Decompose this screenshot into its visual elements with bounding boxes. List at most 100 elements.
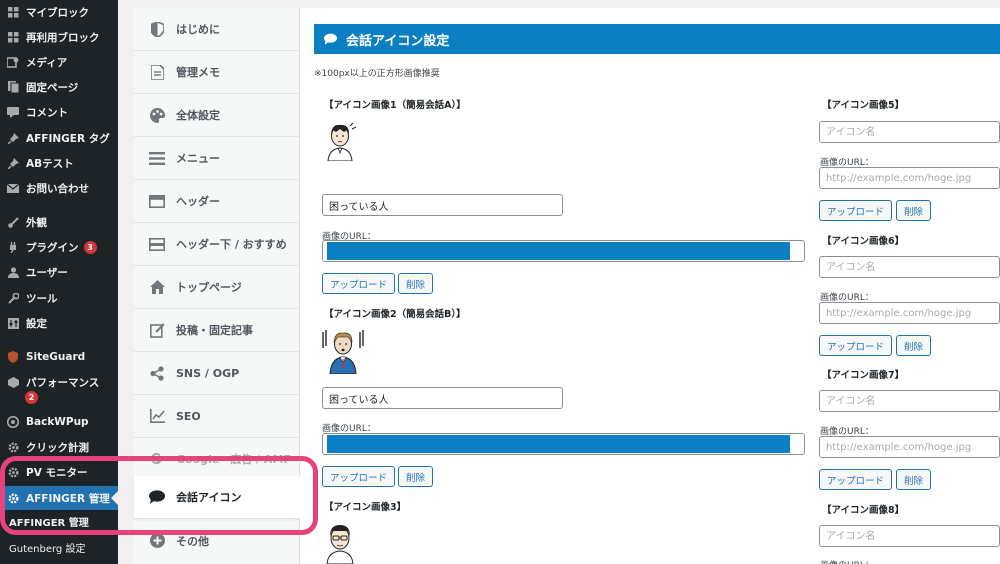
settings-tab-menu[interactable]: メニュー bbox=[134, 137, 300, 180]
settings-tab-posts[interactable]: 投稿・固定記事 bbox=[134, 309, 300, 352]
icon7-url-input[interactable] bbox=[819, 436, 1000, 458]
wp-menu-media[interactable]: メディア bbox=[0, 50, 118, 74]
settings-tab-label: メニュー bbox=[176, 152, 220, 165]
wp-submenu-gutenberg[interactable]: Gutenberg 設定 bbox=[0, 540, 118, 555]
settings-tab-other[interactable]: その他 bbox=[134, 519, 300, 562]
icon3-label: 【アイコン画像3】 bbox=[324, 502, 407, 513]
gear-icon bbox=[7, 441, 19, 453]
gear-icon bbox=[7, 466, 19, 478]
media-icon bbox=[7, 56, 19, 68]
wp-menu-click-tracking[interactable]: クリック計測 bbox=[0, 435, 118, 459]
wp-menu-label: 設定 bbox=[26, 317, 47, 330]
icon1-upload-button[interactable]: アップロード bbox=[322, 273, 396, 294]
icon5-name-input[interactable] bbox=[819, 121, 1000, 143]
wp-menu-reusable[interactable]: 再利用ブロック bbox=[0, 25, 118, 49]
wp-menu-label: AFFINGER 管理 bbox=[26, 492, 110, 505]
icon7-label: 【アイコン画像7】 bbox=[822, 370, 905, 381]
update-count-badge: 2 bbox=[25, 391, 38, 404]
icon2-url-input[interactable] bbox=[322, 433, 805, 455]
brush-icon bbox=[7, 216, 19, 228]
settings-tab-global[interactable]: 全体設定 bbox=[134, 94, 300, 137]
section-header: 会話アイコン設定 bbox=[314, 24, 1000, 54]
memo-icon bbox=[148, 63, 166, 81]
icon1-delete-button[interactable]: 削除 bbox=[398, 273, 434, 294]
wrench-icon bbox=[7, 292, 19, 304]
wp-menu-abtest[interactable]: ABテスト bbox=[0, 151, 118, 175]
wp-menu-label: AFFINGER タグ bbox=[26, 132, 110, 145]
wp-menu-siteguard[interactable]: SiteGuard bbox=[0, 345, 118, 369]
wp-menu-appearance[interactable]: 外観 bbox=[0, 210, 118, 234]
icon1-url-input[interactable] bbox=[322, 240, 805, 262]
settings-tab-speech-icons[interactable]: 会話アイコン bbox=[134, 476, 300, 519]
icon6-delete-button[interactable]: 削除 bbox=[896, 335, 932, 356]
avatar-worried-man-icon bbox=[320, 121, 360, 161]
wp-menu-pv-monitor[interactable]: PV モニター bbox=[0, 460, 118, 484]
wp-menu-comments[interactable]: コメント bbox=[0, 100, 118, 124]
wp-menu-contact[interactable]: お問い合わせ bbox=[0, 176, 118, 200]
wp-menu-tools[interactable]: ツール bbox=[0, 286, 118, 310]
settings-tab-label: 管理メモ bbox=[176, 66, 220, 79]
wp-menu-label: ABテスト bbox=[26, 157, 74, 170]
wp-menu-myblock[interactable]: マイブロック bbox=[0, 0, 118, 24]
icon7-name-input[interactable] bbox=[819, 390, 1000, 412]
home-icon bbox=[148, 278, 166, 296]
wp-menu-label: PV モニター bbox=[26, 466, 88, 479]
url-filled-bar bbox=[327, 435, 790, 453]
icon1-name-input[interactable] bbox=[322, 194, 563, 216]
comment-icon bbox=[7, 106, 19, 118]
settings-tab-header-below[interactable]: ヘッダー下 / おすすめ bbox=[134, 223, 300, 266]
wp-menu-label: BackWPup bbox=[26, 416, 89, 428]
wp-menu-plugins[interactable]: プラグイン 3 bbox=[0, 235, 118, 259]
wp-menu-pages[interactable]: 固定ページ bbox=[0, 75, 118, 99]
settings-tab-header[interactable]: ヘッダー bbox=[134, 180, 300, 223]
icon2-delete-button[interactable]: 削除 bbox=[398, 466, 434, 487]
gear-icon bbox=[7, 492, 19, 504]
settings-tab-top-page[interactable]: トップページ bbox=[134, 266, 300, 309]
wp-menu-affinger-admin[interactable]: AFFINGER 管理 bbox=[0, 486, 118, 510]
settings-tab-seo[interactable]: SEO bbox=[134, 395, 300, 438]
wp-menu-label: 再利用ブロック bbox=[26, 31, 100, 44]
grid-icon bbox=[7, 31, 19, 43]
icon7-delete-button[interactable]: 削除 bbox=[896, 469, 932, 490]
icon1-label: 【アイコン画像1（簡易会話A）】 bbox=[324, 100, 466, 111]
wp-menu-label: クリック計測 bbox=[26, 441, 89, 454]
pin-icon bbox=[7, 132, 19, 144]
icon7-upload-button[interactable]: アップロード bbox=[819, 469, 893, 490]
settings-tab-intro[interactable]: はじめに bbox=[134, 8, 300, 51]
shield-half-icon bbox=[148, 20, 166, 38]
icon6-label: 【アイコン画像6】 bbox=[822, 236, 905, 247]
image-size-note: ※100px以上の正方形画像推奨 bbox=[314, 69, 440, 79]
performance-icon bbox=[7, 376, 19, 388]
settings-tab-google-ads[interactable]: Google・広告 / AMP bbox=[134, 438, 300, 481]
icon6-name-input[interactable] bbox=[819, 256, 1000, 278]
settings-tab-sns[interactable]: SNS / OGP bbox=[134, 352, 300, 395]
icon6-url-input[interactable] bbox=[819, 302, 1000, 324]
speech-bubble-icon bbox=[324, 33, 337, 45]
share-icon bbox=[148, 364, 166, 382]
palette-icon bbox=[148, 106, 166, 124]
speech-icon-settings-panel: 会話アイコン設定 ※100px以上の正方形画像推奨 【アイコン画像1（簡易会話A… bbox=[300, 8, 1000, 564]
wp-menu-affinger-tag[interactable]: AFFINGER タグ bbox=[0, 126, 118, 150]
backup-icon bbox=[7, 416, 19, 428]
performance-badge-row: 2 bbox=[0, 391, 118, 404]
settings-tab-label: はじめに bbox=[176, 23, 220, 36]
wp-menu-users[interactable]: ユーザー bbox=[0, 260, 118, 284]
icon5-url-input[interactable] bbox=[819, 167, 1000, 189]
icon2-name-input[interactable] bbox=[322, 387, 563, 409]
settings-tab-label: その他 bbox=[176, 534, 209, 548]
mail-icon bbox=[7, 182, 19, 194]
settings-tab-label: SNS / OGP bbox=[176, 366, 240, 380]
wp-menu-settings[interactable]: 設定 bbox=[0, 311, 118, 335]
url-filled-bar bbox=[327, 242, 790, 260]
wp-submenu-affinger-admin[interactable]: AFFINGER 管理 bbox=[0, 517, 118, 529]
theme-settings-menu: はじめに 管理メモ 全体設定 メニュー ヘッダー ヘッダー下 / おすすめ トッ… bbox=[134, 8, 300, 564]
icon2-upload-button[interactable]: アップロード bbox=[322, 466, 396, 487]
wp-menu-backwpup[interactable]: BackWPup bbox=[0, 410, 118, 434]
icon5-delete-button[interactable]: 削除 bbox=[896, 200, 932, 221]
settings-tab-memo[interactable]: 管理メモ bbox=[134, 51, 300, 94]
wp-menu-label: SiteGuard bbox=[26, 351, 86, 363]
icon6-upload-button[interactable]: アップロード bbox=[819, 335, 893, 356]
icon8-name-input[interactable] bbox=[819, 525, 1000, 547]
icon5-upload-button[interactable]: アップロード bbox=[819, 200, 893, 221]
section-title: 会話アイコン設定 bbox=[346, 33, 450, 49]
